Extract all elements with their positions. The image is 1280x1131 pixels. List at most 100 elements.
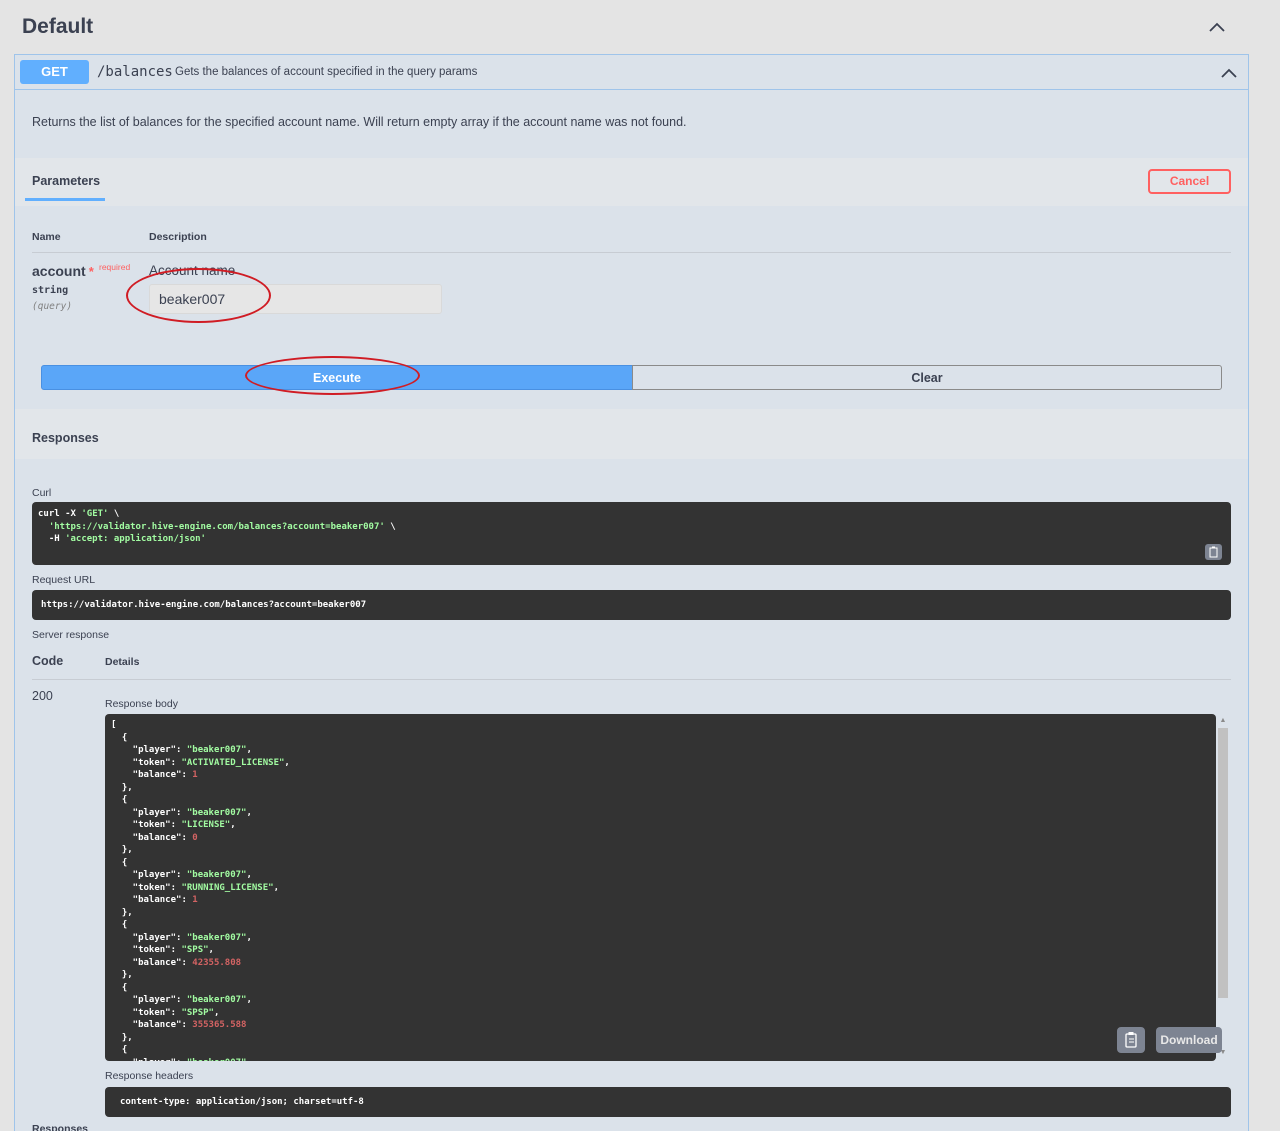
json-key: "player":: [111, 1058, 187, 1062]
request-url-label: Request URL: [32, 574, 96, 586]
tag-header[interactable]: Default: [0, 0, 1262, 54]
json-line: "token": "SPS",: [111, 944, 1210, 957]
json-line: "player": "beaker007",: [111, 869, 1210, 882]
tab-parameters[interactable]: Parameters: [32, 174, 100, 188]
response-headers: content-type: application/json; charset=…: [105, 1087, 1231, 1117]
json-key: "balance":: [111, 957, 193, 968]
json-key: "token":: [111, 882, 182, 893]
curl-token: \: [108, 509, 120, 519]
json-key: "player":: [111, 870, 187, 880]
json-string: "SPSP": [181, 1007, 214, 1018]
required-star: *: [88, 264, 94, 279]
json-number: 355365.588: [192, 1020, 247, 1030]
json-string: "RUNNING_LICENSE": [181, 882, 274, 893]
divider: [32, 252, 1231, 253]
curl-string: 'accept: application/json': [65, 534, 206, 544]
scroll-up-icon[interactable]: ▲: [1219, 717, 1227, 725]
json-punct: ,: [213, 1007, 220, 1018]
json-string: "ACTIVATED_LICENSE": [181, 757, 285, 768]
param-name: account *: [32, 263, 94, 279]
json-line: "player": "beaker007",: [111, 744, 1210, 757]
curl-code-block: curl -X 'GET' \ 'https://validator.hive-…: [32, 502, 1231, 565]
json-line: {: [111, 982, 1210, 995]
json-line: {: [111, 732, 1210, 745]
json-number: 42355.808: [192, 957, 242, 968]
json-line: "balance": 1: [111, 769, 1210, 782]
json-punct: ,: [246, 932, 252, 943]
json-string: "SPS": [181, 945, 209, 955]
tab-active-indicator: [25, 198, 105, 201]
json-key: "balance":: [111, 770, 193, 780]
response-headers-label: Response headers: [105, 1070, 194, 1082]
json-line: "player": "beaker007",: [111, 932, 1210, 945]
json-key: "balance":: [111, 895, 193, 905]
tag-title: Default: [22, 15, 94, 38]
endpoint-description: Returns the list of balances for the spe…: [32, 115, 687, 129]
json-key: "token":: [111, 757, 182, 768]
json-number: 1: [192, 895, 198, 905]
json-line: [: [111, 719, 1210, 732]
json-key: "player":: [111, 995, 187, 1005]
curl-line: -H 'accept: application/json': [38, 533, 1225, 546]
curl-string: 'GET': [81, 509, 109, 519]
json-string: "LICENSE": [181, 820, 231, 830]
json-key: "player":: [111, 932, 187, 943]
annotation-ellipse-execute: [245, 356, 420, 395]
json-line: "token": "RUNNING_LICENSE",: [111, 882, 1210, 895]
json-line: {: [111, 794, 1210, 807]
curl-line: curl -X 'GET' \: [38, 508, 1225, 521]
curl-token: [38, 522, 49, 532]
json-line: "balance": 0: [111, 832, 1210, 845]
json-brace: },: [111, 845, 133, 855]
divider: [32, 679, 1231, 680]
json-brace: },: [111, 970, 133, 980]
json-string: "beaker007": [187, 1058, 247, 1062]
json-brace: },: [111, 782, 133, 793]
cancel-button[interactable]: Cancel: [1148, 169, 1231, 194]
json-brace: },: [111, 1032, 133, 1043]
json-punct: ,: [246, 807, 252, 818]
json-brace: {: [111, 920, 128, 930]
json-line: "player": "beaker007",: [111, 807, 1210, 820]
opblock-summary[interactable]: GET /balances Gets the balances of accou…: [15, 55, 1248, 90]
curl-token: -H: [38, 534, 66, 544]
curl-token: curl -X: [38, 509, 82, 519]
json-line: },: [111, 1032, 1210, 1045]
details-column-header: Details: [105, 656, 140, 668]
json-brace: {: [111, 795, 128, 805]
json-brace: {: [111, 732, 128, 743]
json-punct: ,: [273, 882, 279, 893]
json-line: "balance": 42355.808: [111, 957, 1210, 970]
responses-title: Responses: [32, 431, 99, 445]
clear-button[interactable]: Clear: [632, 365, 1222, 390]
json-line: "token": "SPSP",: [111, 1007, 1210, 1020]
json-string: "beaker007": [186, 745, 247, 755]
responses-header: [15, 409, 1248, 459]
copy-icon[interactable]: [1205, 544, 1222, 560]
param-location: (query): [32, 301, 73, 312]
column-header-name: Name: [32, 231, 61, 243]
json-key: "token":: [111, 945, 182, 955]
chevron-up-icon[interactable]: [1218, 62, 1240, 84]
endpoint-summary: Gets the balances of account specified i…: [175, 66, 478, 78]
server-response-label: Server response: [32, 629, 110, 641]
json-string: "beaker007": [186, 807, 247, 818]
download-button[interactable]: Download: [1156, 1027, 1222, 1053]
curl-token: \: [384, 521, 396, 532]
json-punct: ,: [208, 945, 214, 955]
scrollbar-thumb[interactable]: [1218, 728, 1228, 998]
response-body[interactable]: [ { "player": "beaker007", "token": "ACT…: [105, 714, 1216, 1061]
json-line: {: [111, 857, 1210, 870]
param-required-label: required: [99, 262, 131, 272]
json-key: "player":: [111, 807, 187, 818]
chevron-up-icon[interactable]: [1206, 16, 1228, 38]
column-header-description: Description: [149, 231, 207, 243]
param-type: string: [32, 285, 69, 296]
copy-icon[interactable]: [1117, 1027, 1145, 1053]
json-brace: {: [111, 982, 128, 993]
parameters-header: [15, 158, 1248, 206]
json-line: "player": "beaker007",: [111, 1057, 1210, 1062]
json-brace: },: [111, 907, 133, 918]
opblock-get-balances: GET /balances Gets the balances of accou…: [14, 54, 1249, 1131]
json-key: "player":: [111, 745, 187, 755]
